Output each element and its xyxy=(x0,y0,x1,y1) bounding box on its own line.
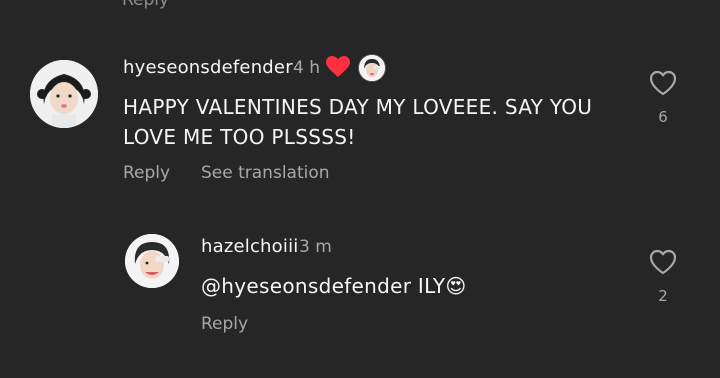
mention-link[interactable]: @hyeseonsdefender xyxy=(201,274,411,298)
avatar[interactable] xyxy=(30,60,98,128)
reply-message: ILY xyxy=(417,274,446,298)
comment-timestamp: 4 h xyxy=(293,58,320,78)
creator-liked-heart-icon xyxy=(326,56,350,82)
like-heart-icon[interactable] xyxy=(649,249,677,279)
reply-item: hazelchoiii 3 m @hyeseonsdefender ILY😍 R… xyxy=(0,210,720,378)
avatar[interactable] xyxy=(125,234,179,288)
see-translation-button[interactable]: See translation xyxy=(201,163,330,183)
avatar-image xyxy=(30,60,98,128)
reply-button[interactable]: Reply xyxy=(123,163,170,183)
comment-username[interactable]: hyeseonsdefender xyxy=(123,57,293,78)
avatar-image xyxy=(125,234,179,288)
reply-text: @hyeseonsdefender ILY😍 xyxy=(201,271,467,301)
comment-item: hyeseonsdefender 4 h HAPPY VALENTINES DA… xyxy=(0,0,720,210)
comment-text: HAPPY VALENTINES DAY MY LOVEEE. SAY YOU … xyxy=(123,95,593,149)
reply-button[interactable]: Reply xyxy=(201,314,248,334)
like-heart-icon[interactable] xyxy=(649,70,677,100)
heart-eyes-emoji-icon: 😍 xyxy=(445,274,467,298)
like-count: 2 xyxy=(658,287,668,305)
reply-username[interactable]: hazelchoiii xyxy=(201,236,298,257)
like-count: 6 xyxy=(658,108,668,126)
reply-timestamp: 3 m xyxy=(299,237,332,257)
creator-avatar xyxy=(358,54,386,82)
